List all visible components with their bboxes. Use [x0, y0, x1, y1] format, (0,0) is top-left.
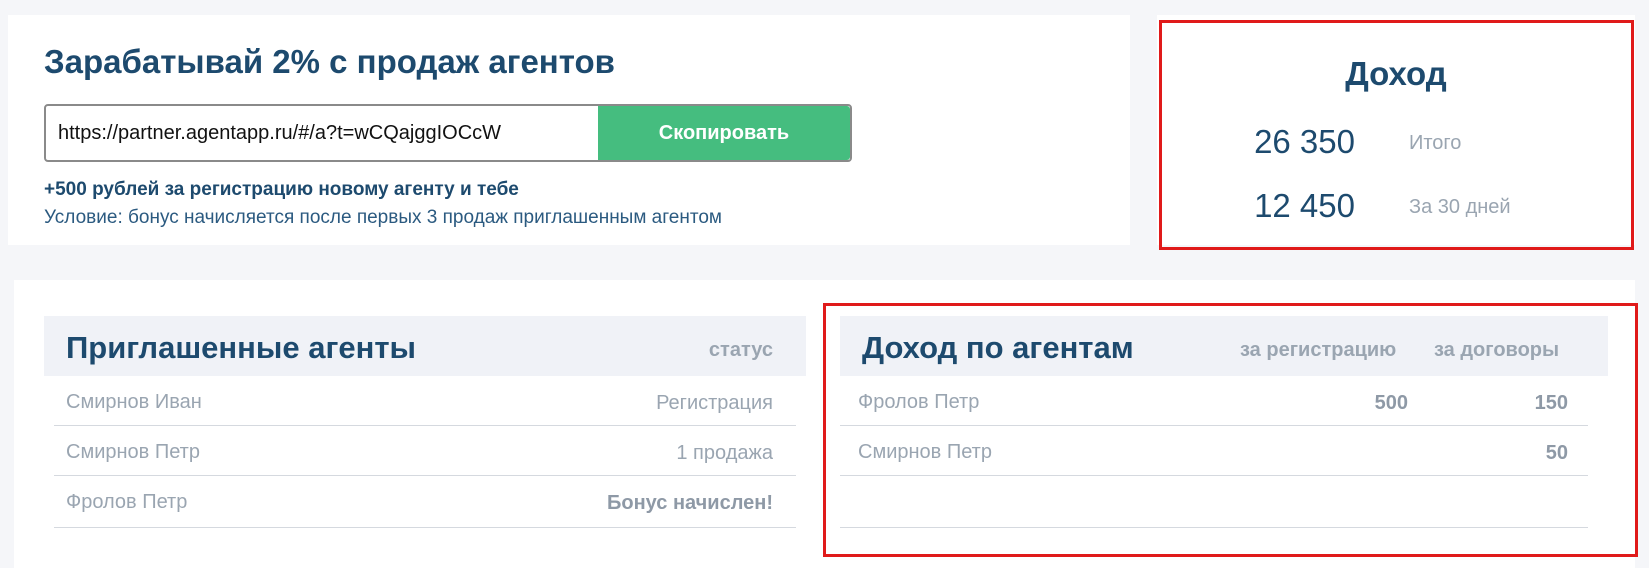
referral-link-box: Скопировать — [44, 104, 852, 162]
table-row: Фролов Петр 500 150 — [840, 376, 1588, 426]
income-by-agents-title: Доход по агентам — [862, 330, 1134, 365]
income-title: Доход — [1345, 55, 1447, 92]
agent-name: Фролов Петр — [66, 491, 188, 513]
income-total-row: 26 350 Итого — [1157, 123, 1635, 163]
agent-status: 1 продажа — [676, 442, 773, 464]
contracts-column-header: за договоры — [1434, 339, 1560, 361]
invited-agents-table: Приглашенные агенты статус Смирнов Иван … — [44, 316, 806, 546]
registration-column-header: за регистрацию — [1240, 339, 1397, 361]
table-row: Смирнов Иван Регистрация — [54, 376, 796, 426]
contracts-income: 150 — [1534, 392, 1568, 414]
income-total-value: 26 350 — [1254, 123, 1355, 160]
income-total-label: Итого — [1409, 132, 1462, 154]
income-card: Доход 26 350 Итого 12 450 За 30 дней — [1157, 15, 1635, 245]
agent-name: Смирнов Петр — [858, 441, 992, 463]
agent-name: Фролов Петр — [858, 391, 980, 413]
agent-status: Бонус начислен! — [606, 492, 773, 514]
referral-bonus-text: +500 рублей за регистрацию новому агенту… — [44, 179, 519, 200]
referral-condition-text: Условие: бонус начисляется после первых … — [44, 207, 722, 228]
income-by-agents-header: Доход по агентам за регистрацию за догов… — [840, 316, 1608, 376]
income-30days-label: За 30 дней — [1409, 196, 1511, 218]
table-row: Фролов Петр Бонус начислен! — [54, 476, 796, 528]
income-30days-value: 12 450 — [1254, 187, 1355, 224]
table-row: Смирнов Петр 50 — [840, 426, 1588, 476]
income-by-agents-table: Доход по агентам за регистрацию за догов… — [840, 316, 1608, 546]
referral-link-input[interactable] — [46, 106, 602, 160]
referral-title: Зарабатывай 2% с продаж агентов — [44, 43, 615, 80]
invited-agents-header: Приглашенные агенты статус — [44, 316, 806, 376]
agent-name: Смирнов Иван — [66, 391, 202, 413]
invited-agents-title: Приглашенные агенты — [66, 330, 416, 365]
referral-card: Зарабатывай 2% с продаж агентов Скопиров… — [8, 15, 1130, 245]
table-row — [840, 476, 1588, 528]
registration-income: 500 — [1374, 392, 1408, 414]
agent-name: Смирнов Петр — [66, 441, 200, 463]
status-column-header: статус — [708, 339, 773, 361]
income-30days-row: 12 450 За 30 дней — [1157, 187, 1635, 227]
copy-button[interactable]: Скопировать — [598, 106, 850, 160]
agent-status: Регистрация — [656, 392, 773, 414]
contracts-income: 50 — [1545, 442, 1568, 464]
table-row: Смирнов Петр 1 продажа — [54, 426, 796, 476]
